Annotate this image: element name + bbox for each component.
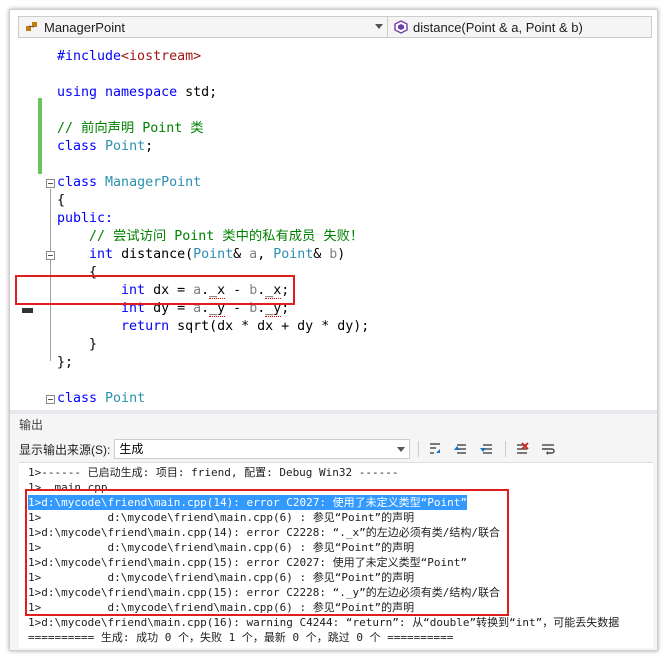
code-line-comment-try: // 尝试访问 Point 类中的私有成员 失败！ [89, 229, 364, 244]
scope-combo[interactable]: ManagerPoint [18, 16, 388, 38]
code-line-brace-open: { [57, 193, 66, 208]
output-panel: 输出 显示输出来源(S): 生成 1>------ 已启动生成: 项目: fri… [10, 414, 657, 650]
next-message-icon[interactable] [477, 439, 497, 459]
chevron-down-icon[interactable] [375, 24, 383, 29]
code-line-class-end: }; [57, 355, 74, 370]
code-line-include: #include<iostream> [57, 49, 202, 64]
collapse-toggle[interactable] [46, 179, 55, 188]
prev-message-icon[interactable] [451, 439, 471, 459]
changed-lines-indicator [38, 98, 42, 174]
toolbar-divider [418, 441, 420, 457]
output-source-select[interactable]: 生成 [114, 439, 411, 459]
clear-all-icon[interactable] [512, 439, 532, 459]
member-combo[interactable]: distance(Point & a, Point & b) [388, 16, 652, 38]
output-text-area[interactable]: 1>------ 已启动生成: 项目: friend, 配置: Debug Wi… [19, 462, 653, 648]
code-line-return: return sqrt(dx * dx + dy * dy); [121, 319, 370, 334]
code-line-comment-forward: // 前向声明 Point 类 [57, 121, 204, 136]
highlight-box-errors [25, 489, 509, 616]
word-wrap-icon[interactable] [538, 439, 558, 459]
code-editor[interactable]: #include<iostream> using namespace std; … [10, 40, 657, 410]
output-line: 1>------ 已启动生成: 项目: friend, 配置: Debug Wi… [28, 466, 399, 479]
toolbar-divider [505, 441, 507, 457]
find-in-output-icon[interactable] [425, 439, 445, 459]
collapse-toggle[interactable] [46, 251, 55, 260]
highlight-box-code [15, 275, 295, 305]
code-line-using: using namespace std; [57, 85, 218, 100]
method-icon [393, 19, 409, 35]
code-line-class-point: class Point [57, 391, 146, 406]
output-line: 1>d:\mycode\friend\main.cpp(16): warning… [28, 616, 620, 629]
chevron-down-icon[interactable] [397, 447, 406, 452]
code-line-forward-decl: class Point; [57, 139, 154, 154]
code-line-distance: int distance(Point& a, Point& b) [89, 247, 346, 262]
output-source-label: 显示输出来源(S): [19, 442, 111, 457]
code-line-public: public: [57, 211, 114, 226]
output-panel-title: 输出 [19, 418, 44, 432]
output-toolbar: 显示输出来源(S): 生成 [19, 438, 558, 460]
current-line-marker [22, 308, 33, 313]
visual-studio-window: ManagerPoint distance(Point & a, Point &… [9, 9, 658, 651]
output-source-value: 生成 [119, 442, 144, 456]
member-combo-text: distance(Point & a, Point & b) [413, 19, 583, 35]
class-scope-icon [24, 19, 40, 35]
navigation-bar: ManagerPoint distance(Point & a, Point &… [18, 16, 652, 38]
code-line-class-manager: class ManagerPoint [57, 175, 202, 190]
code-line-fn-brace-close: } [89, 337, 98, 352]
scope-combo-text: ManagerPoint [44, 19, 125, 35]
collapse-toggle[interactable] [46, 395, 55, 404]
output-line: ========== 生成: 成功 0 个，失败 1 个，最新 0 个，跳过 0… [28, 631, 454, 644]
